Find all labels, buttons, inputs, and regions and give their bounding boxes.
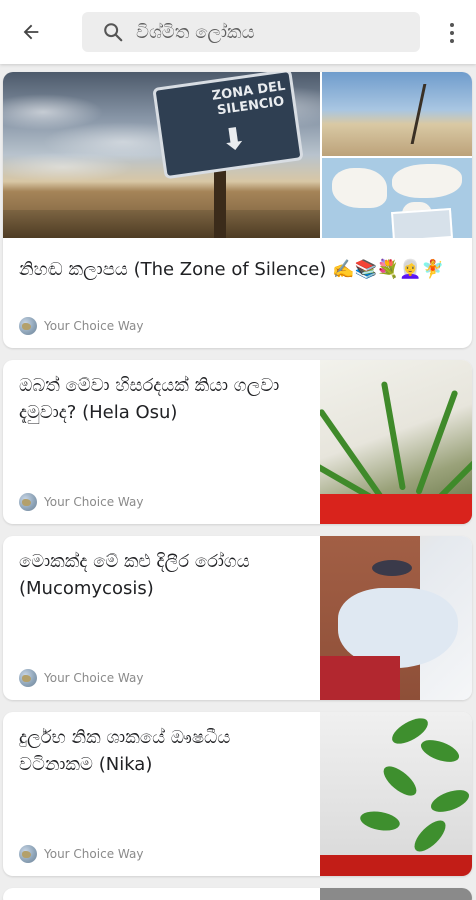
article-thumbnail — [320, 712, 472, 876]
source-avatar-icon — [19, 493, 37, 511]
article-source: Your Choice Way — [19, 492, 143, 512]
article-thumbnail — [320, 360, 472, 524]
article-card[interactable]: දුර්ලභ නික ශාකයේ ඖෂධීය වටිනාකම (Nika) Yo… — [3, 712, 472, 876]
source-avatar-icon — [19, 845, 37, 863]
article-source: Your Choice Way — [19, 668, 143, 688]
back-button[interactable] — [14, 16, 48, 48]
sign-text: ZONA DEL SILENCIO — [211, 78, 287, 119]
article-card[interactable]: ZONA DEL SILENCIO ⬇ නිහඬ කලාපය (The Zone… — [3, 72, 472, 348]
arrow-down-icon: ⬇ — [218, 120, 249, 159]
search-icon — [104, 23, 123, 42]
source-name: Your Choice Way — [44, 847, 144, 861]
search-query: විශ්මිත ලෝකය — [136, 21, 255, 43]
article-card[interactable]: ඔබත් මේවා හිසරදයක් කියා ගලවා දැමුවාද? (H… — [3, 360, 472, 524]
article-card[interactable]: මොකක්ද මේ කළු දිලීර රෝගය (Mucomycosis) Y… — [3, 536, 472, 700]
source-avatar-icon — [19, 317, 37, 335]
article-thumbnail — [320, 536, 472, 700]
article-card-partial[interactable] — [3, 888, 472, 900]
search-field[interactable]: විශ්මිත ලෝකය — [82, 12, 420, 52]
source-name: Your Choice Way — [44, 671, 144, 685]
source-name: Your Choice Way — [44, 495, 144, 509]
article-hero-image: ZONA DEL SILENCIO ⬇ — [3, 72, 320, 238]
source-name: Your Choice Way — [44, 319, 144, 333]
world-map-image — [322, 158, 472, 238]
article-title: දුර්ලභ නික ශාකයේ ඖෂධීය වටිනාකම (Nika) — [19, 727, 231, 775]
more-options-button[interactable] — [440, 18, 464, 48]
back-arrow-icon — [23, 24, 39, 40]
article-source: Your Choice Way — [19, 316, 143, 336]
article-title: ඔබත් මේවා හිසරදයක් කියා ගලවා දැමුවාද? (H… — [19, 375, 280, 423]
more-vert-icon — [450, 23, 454, 27]
article-title: නිහඬ කලාපය (The Zone of Silence) ✍️📚💐👩‍🦳… — [19, 259, 445, 280]
source-avatar-icon — [19, 669, 37, 687]
desert-tree-image — [322, 72, 472, 156]
article-title: මොකක්ද මේ කළු දිලීර රෝගය (Mucomycosis) — [19, 551, 250, 599]
top-app-bar: විශ්මිත ලෝකය — [0, 0, 476, 64]
article-source: Your Choice Way — [19, 844, 143, 864]
article-thumbnail — [320, 888, 472, 900]
